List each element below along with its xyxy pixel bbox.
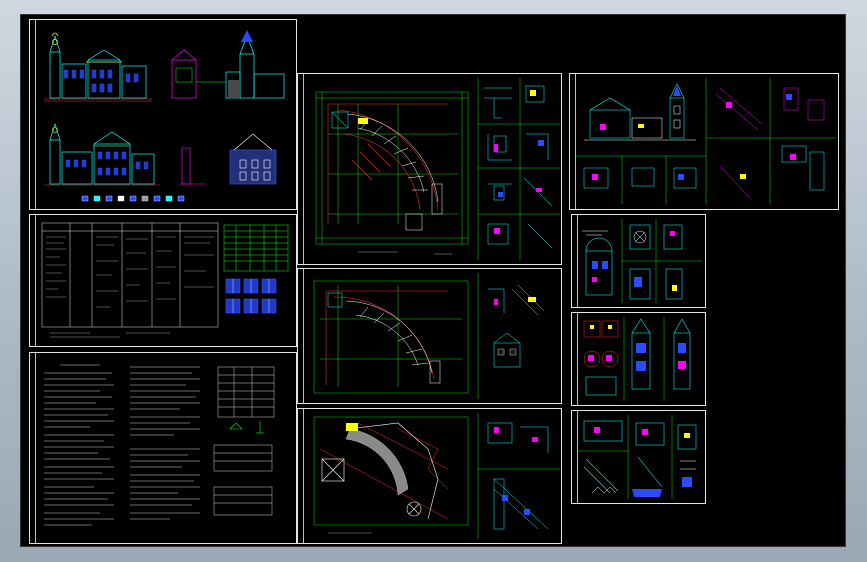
elevation-drawings <box>44 30 285 202</box>
sheet-floor-plan-2[interactable] <box>297 268 562 404</box>
sheet-door-window-schedule[interactable] <box>29 214 297 347</box>
floor-plan-drawing <box>315 78 560 260</box>
detail-drawing <box>582 219 702 303</box>
roof-plan-drawing <box>313 413 560 539</box>
detail-drawing <box>583 317 691 401</box>
sheet-sections-details[interactable] <box>569 73 839 210</box>
schedule-table-drawing <box>41 222 289 338</box>
sheet-detail-1[interactable] <box>571 214 706 308</box>
sheet-floor-plan-1[interactable] <box>297 73 562 265</box>
sheet-elevations[interactable] <box>29 19 297 210</box>
cad-drawing-canvas[interactable] <box>20 14 846 547</box>
sheet-detail-2[interactable] <box>571 312 706 406</box>
notes-text-block <box>44 364 275 526</box>
sheet-design-notes[interactable] <box>29 352 297 544</box>
sheet-detail-3[interactable] <box>571 410 706 504</box>
sheet-roof-plan[interactable] <box>297 408 562 544</box>
detail-drawing <box>578 415 697 499</box>
floor-plan-drawing <box>313 273 545 399</box>
sections-drawing <box>576 78 836 204</box>
